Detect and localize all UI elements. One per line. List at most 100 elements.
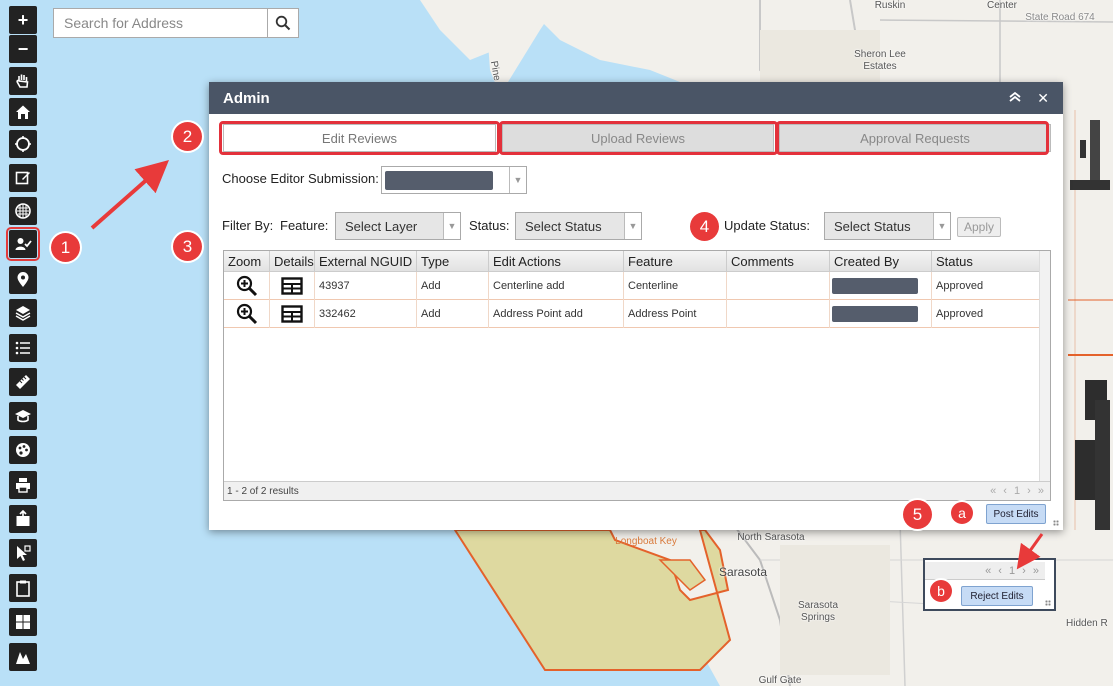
- table-row[interactable]: 332462 Add Address Point add Address Poi…: [224, 300, 1040, 328]
- admin-button[interactable]: [6, 227, 40, 261]
- resize-handle[interactable]: [1045, 600, 1051, 606]
- map-label-hidden-river: Hidden R: [1066, 618, 1108, 629]
- column-header[interactable]: Comments: [727, 251, 830, 272]
- inset-pager[interactable]: « ‹ 1 › »: [925, 562, 1045, 580]
- callout-2: 2: [173, 122, 202, 151]
- table-icon: [281, 277, 303, 295]
- table-icon: [281, 305, 303, 323]
- post-edits-button[interactable]: Post Edits: [986, 504, 1046, 524]
- map-label-gulf-gate: Gulf Gate: [758, 675, 802, 686]
- grid-pager[interactable]: « ‹ 1 › »: [990, 482, 1046, 501]
- chevron-down-icon: ▼: [933, 213, 950, 239]
- address-search: [53, 8, 299, 38]
- chevron-double-up-icon: [1009, 91, 1021, 102]
- print-button[interactable]: [9, 471, 37, 499]
- zoom-out-button[interactable]: −: [9, 35, 37, 63]
- redacted-value: [832, 278, 918, 294]
- grid-scrollbar[interactable]: [1039, 251, 1050, 482]
- draw-icon: [16, 652, 30, 664]
- status-label: Status:: [469, 218, 510, 233]
- details-cell[interactable]: [270, 272, 315, 300]
- map-label-sarasota-springs: Sarasota Springs: [797, 600, 839, 623]
- crosshair-icon: [15, 136, 31, 152]
- column-header[interactable]: Type: [417, 251, 489, 272]
- map-label-state-road: State Road 674: [1025, 12, 1095, 23]
- zoom-in-icon: [236, 275, 257, 297]
- basemap-icon: [15, 203, 31, 219]
- export-button[interactable]: [9, 505, 37, 533]
- type-cell: Add: [417, 272, 489, 300]
- update-status-select[interactable]: Select Status ▼: [824, 212, 951, 240]
- column-header[interactable]: Status: [932, 251, 1040, 272]
- legend-button[interactable]: [9, 334, 37, 362]
- identify-button[interactable]: [9, 402, 37, 430]
- search-button[interactable]: [267, 9, 298, 37]
- resize-handle[interactable]: [1053, 520, 1059, 526]
- column-header[interactable]: Feature: [624, 251, 727, 272]
- measure-button[interactable]: [9, 368, 37, 396]
- column-header[interactable]: Zoom: [224, 251, 270, 272]
- editor-submission-select[interactable]: ▼: [381, 166, 527, 194]
- zoom-in-icon: [236, 303, 257, 325]
- home-button[interactable]: [9, 98, 37, 126]
- search-input[interactable]: [54, 9, 267, 37]
- visibility-button[interactable]: [9, 436, 37, 464]
- tab-highlight: [499, 121, 778, 155]
- marker-button[interactable]: [9, 266, 37, 294]
- redacted-value: [385, 170, 493, 190]
- feature-label: Feature:: [280, 218, 329, 233]
- basemap-button[interactable]: [9, 197, 37, 225]
- update-status-value: Select Status: [834, 218, 911, 234]
- layers-icon: [15, 306, 31, 321]
- column-header[interactable]: Created By: [830, 251, 932, 272]
- nguid-cell: 332462: [315, 300, 417, 328]
- tab-highlight: [776, 121, 1049, 155]
- user-check-icon: [15, 238, 32, 250]
- callout-1: 1: [51, 233, 80, 262]
- grid-header: Zoom Details External NGUID Type Edit Ac…: [224, 251, 1040, 272]
- edits-grid: Zoom Details External NGUID Type Edit Ac…: [223, 250, 1051, 501]
- edit-button[interactable]: [9, 164, 37, 192]
- reject-edits-button[interactable]: Reject Edits: [961, 586, 1033, 606]
- zoom-in-button[interactable]: +: [9, 6, 37, 34]
- created-by-cell: [830, 272, 932, 300]
- draw-button[interactable]: [9, 643, 37, 671]
- select-button[interactable]: [9, 539, 37, 567]
- admin-header: Admin ✕: [209, 82, 1063, 114]
- home-icon: [16, 105, 30, 119]
- column-header[interactable]: Edit Actions: [489, 251, 624, 272]
- widgets-button[interactable]: [9, 608, 37, 636]
- status-cell: Approved: [936, 308, 984, 320]
- zoom-cell[interactable]: [224, 300, 270, 328]
- zoom-cell[interactable]: [224, 272, 270, 300]
- pan-button[interactable]: [9, 67, 37, 95]
- graduation-cap-icon: [15, 410, 31, 423]
- chevron-down-icon: ▼: [509, 167, 526, 193]
- nguid-cell: 43937: [315, 272, 417, 300]
- filter-by-label: Filter By:: [222, 218, 274, 233]
- feature-select[interactable]: Select Layer ▼: [335, 212, 461, 240]
- collapse-button[interactable]: [1009, 90, 1021, 106]
- status-select[interactable]: Select Status ▼: [515, 212, 642, 240]
- locate-button[interactable]: [9, 130, 37, 158]
- column-header[interactable]: External NGUID: [315, 251, 417, 272]
- chevron-down-icon: ▼: [443, 213, 460, 239]
- redacted-value: [832, 306, 918, 322]
- clipboard-button[interactable]: [9, 574, 37, 602]
- map-label-pine: Pine: [487, 60, 503, 82]
- map-pin-icon: [17, 272, 29, 287]
- created-by-cell: [830, 300, 932, 328]
- print-icon: [16, 478, 30, 493]
- map-label-sarasota: Sarasota: [718, 565, 768, 579]
- palette-icon: [16, 443, 30, 457]
- details-cell[interactable]: [270, 300, 315, 328]
- layers-button[interactable]: [9, 299, 37, 327]
- callout-4: 4: [690, 212, 719, 241]
- results-count: 1 - 2 of 2 results: [227, 486, 299, 497]
- tab-highlight: [219, 121, 500, 155]
- apply-button[interactable]: Apply: [957, 217, 1001, 237]
- admin-panel: Admin ✕ Edit Reviews Upload Reviews Appr…: [209, 82, 1063, 530]
- table-row[interactable]: 43937 Add Centerline add Centerline Appr…: [224, 272, 1040, 300]
- column-header[interactable]: Details: [270, 251, 315, 272]
- close-button[interactable]: ✕: [1037, 90, 1049, 107]
